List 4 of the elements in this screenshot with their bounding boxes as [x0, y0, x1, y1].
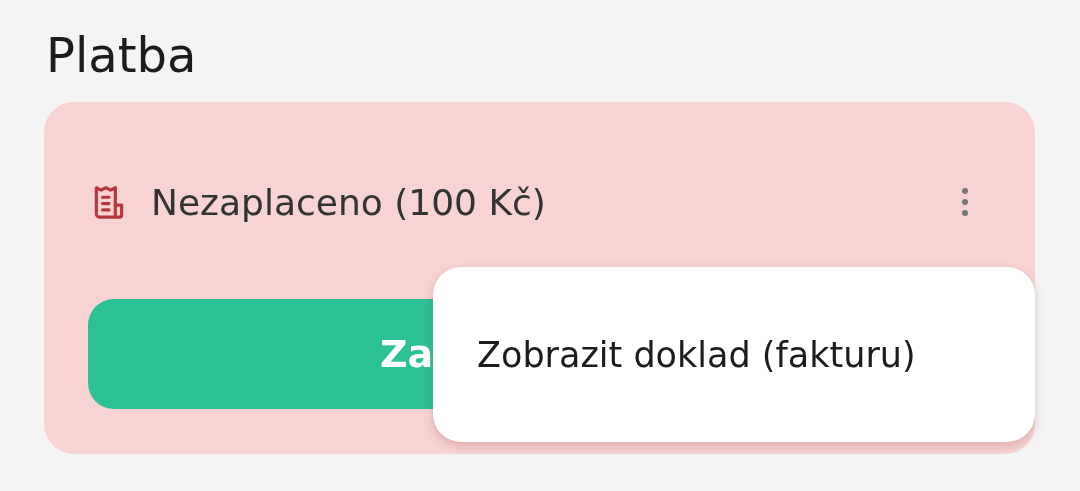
payment-status: Nezaplaceno (100 Kč): [151, 181, 547, 223]
section-title: Platba: [46, 26, 198, 85]
more-options-icon[interactable]: [960, 187, 970, 217]
menu-item[interactable]: Zobrazit doklad (fakturu): [433, 334, 916, 375]
